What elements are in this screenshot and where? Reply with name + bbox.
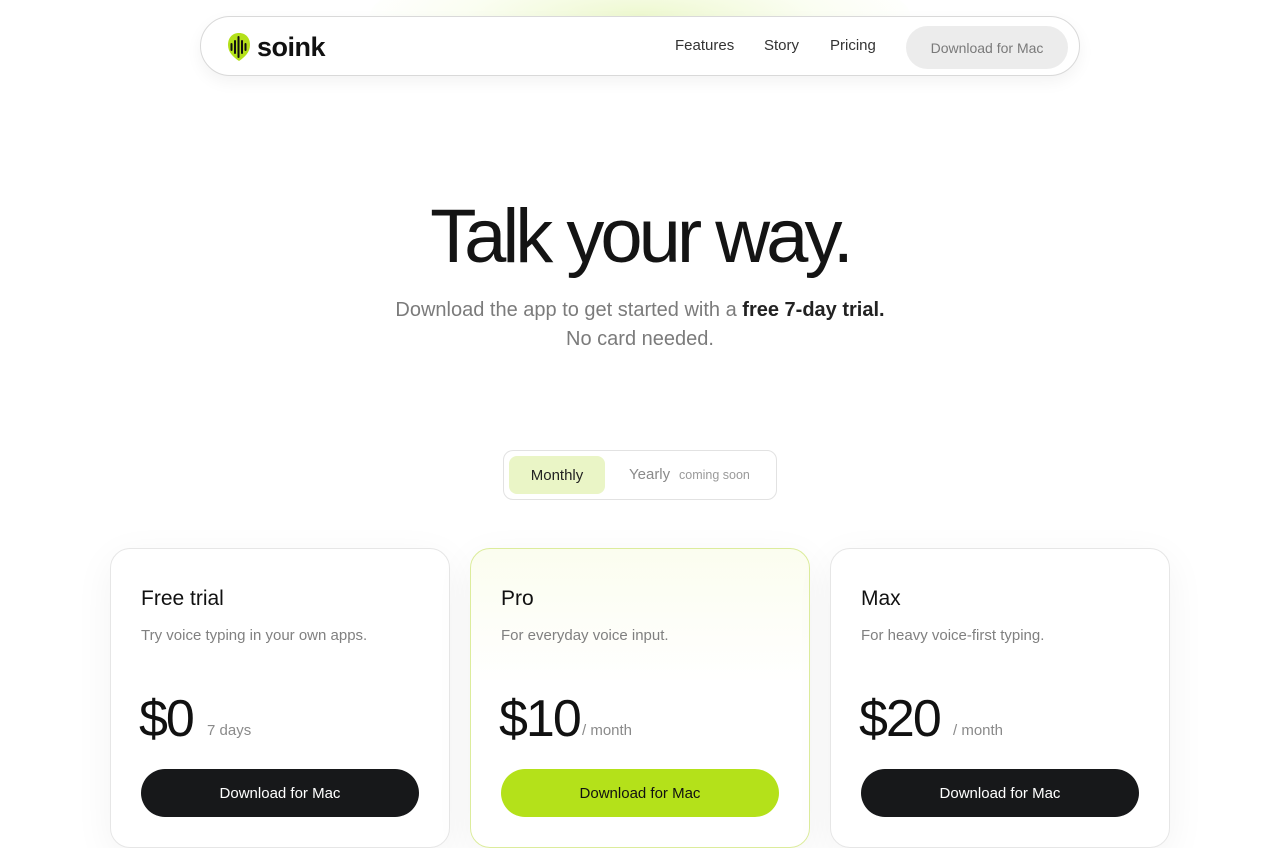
plan-download-button[interactable]: Download for Mac (141, 769, 419, 817)
plan-price: $10 (499, 690, 582, 748)
plan-period: 7 days (207, 722, 252, 739)
hero-subtitle-trial: free 7-day trial. (742, 299, 885, 321)
hero-subtitle-lead: Download the app to get started with a (395, 299, 743, 321)
nav-link-features[interactable]: Features (675, 37, 734, 54)
plan-download-button[interactable]: Download for Mac (861, 769, 1139, 817)
yearly-coming-soon-badge: coming soon (679, 468, 750, 482)
plan-title: Free trial (141, 587, 224, 610)
plan-description: For everyday voice input. (501, 627, 669, 644)
plan-price: $0 (139, 690, 195, 748)
plan-description: Try voice typing in your own apps. (141, 627, 368, 644)
hero-subtitle: Download the app to get started with a f… (0, 296, 1280, 354)
plan-card-max: Max For heavy voice-first typing. $20 / … (830, 548, 1170, 848)
nav-link-story[interactable]: Story (764, 37, 799, 54)
toggle-yearly[interactable]: Yearly (629, 466, 670, 483)
nav-download-button[interactable]: Download for Mac (906, 26, 1068, 69)
plan-title: Pro (501, 587, 534, 610)
hero-title: Talk your way. (430, 194, 854, 279)
top-nav: soink Features Story Pricing Download fo… (200, 16, 1080, 76)
plan-card-pro: Pro For everyday voice input. $10 / mont… (470, 548, 810, 848)
plan-period: / month (582, 722, 633, 739)
logo-text: soink (257, 31, 326, 62)
plan-download-button[interactable]: Download for Mac (501, 769, 779, 817)
plan-description: For heavy voice-first typing. (861, 627, 1045, 644)
soundwave-icon (228, 33, 250, 61)
hero-subtitle-line2: No card needed. (566, 328, 714, 350)
plan-period: / month (953, 722, 1004, 739)
plan-price: $20 (859, 690, 942, 748)
logo[interactable]: soink (227, 31, 326, 63)
toggle-monthly[interactable]: Monthly (509, 456, 605, 494)
nav-link-pricing[interactable]: Pricing (830, 37, 876, 54)
plan-title: Max (861, 587, 901, 610)
plan-card-free: Free trial Try voice typing in your own … (110, 548, 450, 848)
billing-toggle: Monthly Yearly coming soon (503, 450, 777, 500)
